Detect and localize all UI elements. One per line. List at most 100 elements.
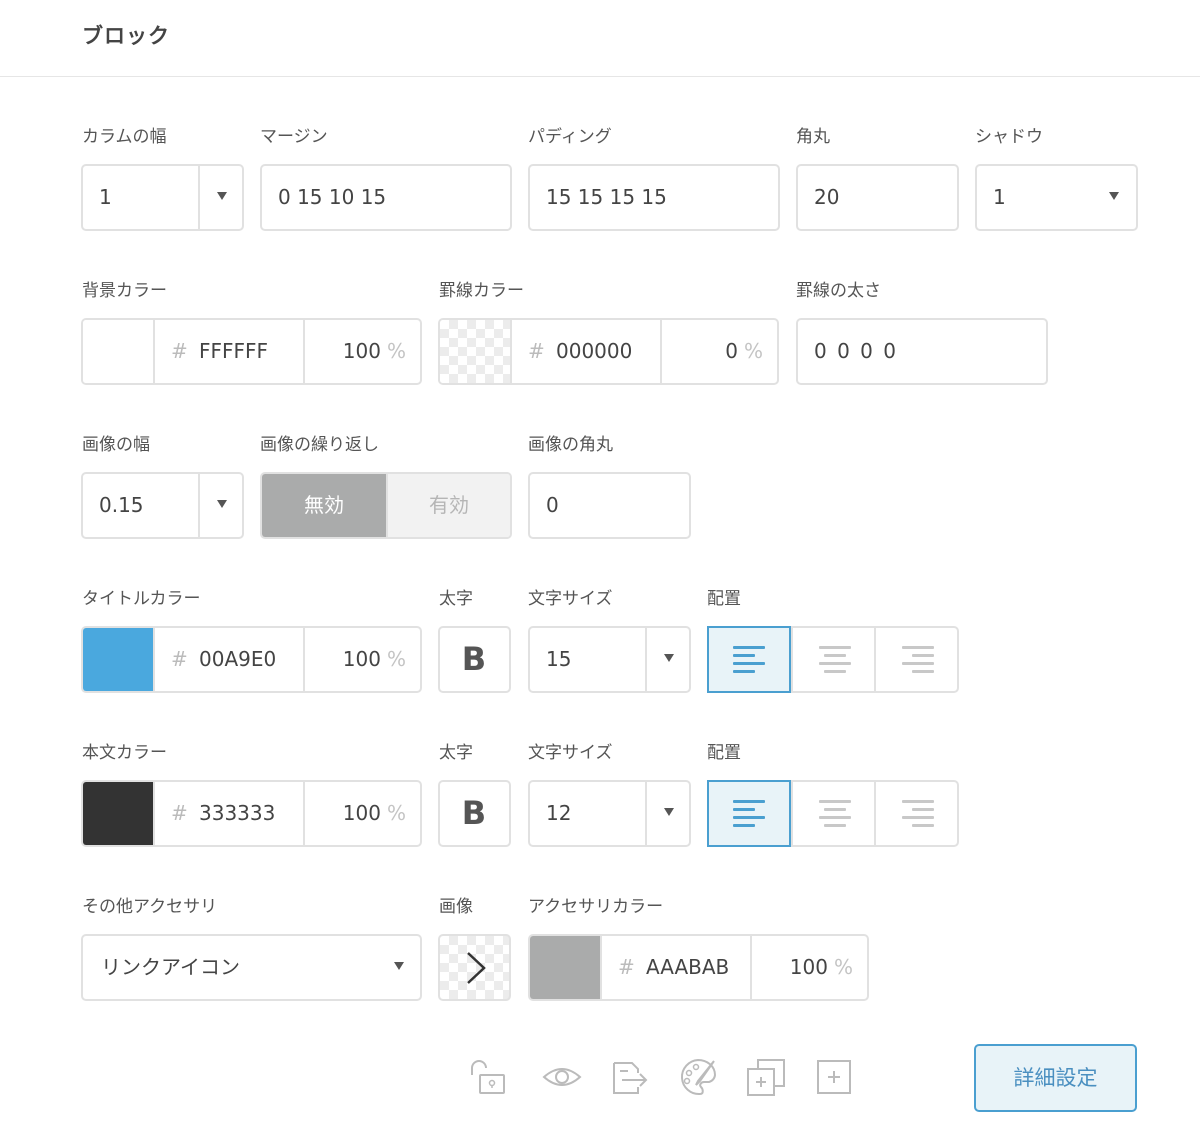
field-divider [303, 628, 305, 691]
field-divider [660, 320, 662, 383]
body-align-group [707, 780, 959, 847]
hash-symbol: # [171, 801, 188, 825]
border-width-value: 0 0 0 0 [814, 339, 898, 363]
column-width-value: 1 [99, 185, 112, 209]
align-center-button[interactable] [793, 628, 877, 691]
field-divider [153, 320, 155, 383]
title-bold-button[interactable]: B [438, 626, 511, 693]
percent-unit: % [386, 647, 406, 671]
image-repeat-toggle: 無効 有効 [260, 472, 512, 539]
image-width-value: 0.15 [99, 493, 144, 517]
body-align-label: 配置 [707, 743, 741, 763]
align-left-button[interactable] [707, 780, 791, 847]
accessory-color-hex[interactable]: AAABAB [646, 936, 729, 999]
accessory-color-opacity[interactable]: 100% [790, 936, 853, 999]
chevron-down-icon [217, 192, 227, 200]
title-align-group [707, 626, 959, 693]
percent-unit: % [386, 801, 406, 825]
accessory-label: その他アクセサリ [82, 897, 218, 917]
body-color-label: 本文カラー [82, 743, 167, 763]
image-width-select[interactable]: 0.15 [81, 472, 244, 539]
padding-label: パディング [528, 127, 612, 147]
accessory-color-field[interactable]: # AAABAB 100% [528, 934, 869, 1001]
repeat-off-button[interactable]: 無効 [262, 474, 386, 537]
duplicate-icon[interactable] [744, 1055, 788, 1099]
border-width-input[interactable]: 0 0 0 0 [796, 318, 1048, 385]
title-color-opacity[interactable]: 100% [343, 628, 406, 691]
border-color-hex[interactable]: 000000 [556, 320, 632, 383]
accessory-image-label: 画像 [439, 897, 473, 917]
shadow-label: シャドウ [975, 127, 1043, 147]
border-width-label: 罫線の太さ [796, 281, 881, 301]
bold-icon: B [461, 640, 487, 678]
margin-input[interactable]: 0 15 10 15 [260, 164, 512, 231]
image-width-label: 画像の幅 [82, 435, 150, 455]
body-bold-button[interactable]: B [438, 780, 511, 847]
bg-color-field[interactable]: # FFFFFF 100% [81, 318, 422, 385]
bg-color-hex[interactable]: FFFFFF [199, 320, 268, 383]
border-color-label: 罫線カラー [439, 281, 524, 301]
repeat-on-button[interactable]: 有効 [388, 474, 510, 537]
accessory-image-picker[interactable] [438, 934, 511, 1001]
column-width-label: カラムの幅 [82, 127, 167, 147]
accessory-select[interactable]: リンクアイコン [81, 934, 422, 1001]
margin-value: 0 15 10 15 [278, 185, 387, 209]
image-radius-input[interactable]: 0 [528, 472, 691, 539]
eye-icon[interactable] [540, 1055, 584, 1099]
radius-value: 20 [814, 185, 840, 209]
border-color-opacity[interactable]: 0% [725, 320, 763, 383]
accessory-value: リンクアイコン [101, 955, 240, 979]
bg-color-swatch[interactable] [83, 320, 153, 383]
panel-title: ブロック [82, 24, 170, 48]
panel-header: ブロック [0, 0, 1200, 77]
hash-symbol: # [528, 339, 545, 363]
export-icon[interactable] [608, 1055, 652, 1099]
opacity-value: 100 [342, 647, 381, 671]
column-width-select[interactable]: 1 [81, 164, 244, 231]
border-color-field[interactable]: # 000000 0% [438, 318, 779, 385]
opacity-value: 0 [725, 339, 738, 363]
radius-input[interactable]: 20 [796, 164, 959, 231]
select-divider [645, 628, 647, 691]
add-icon[interactable] [812, 1055, 856, 1099]
select-divider [198, 474, 200, 537]
image-radius-label: 画像の角丸 [528, 435, 613, 455]
body-size-select[interactable]: 12 [528, 780, 691, 847]
title-size-label: 文字サイズ [528, 589, 613, 609]
body-color-field[interactable]: # 333333 100% [81, 780, 422, 847]
unlock-icon[interactable] [468, 1055, 512, 1099]
detail-settings-button[interactable]: 詳細設定 [974, 1044, 1137, 1112]
title-color-field[interactable]: # 00A9E0 100% [81, 626, 422, 693]
title-size-select[interactable]: 15 [528, 626, 691, 693]
title-size-value: 15 [546, 647, 572, 671]
align-right-button[interactable] [876, 628, 960, 691]
field-divider [153, 628, 155, 691]
hash-symbol: # [171, 339, 188, 363]
image-repeat-label: 画像の繰り返し [260, 435, 379, 455]
padding-input[interactable]: 15 15 15 15 [528, 164, 780, 231]
body-color-opacity[interactable]: 100% [343, 782, 406, 845]
shadow-select[interactable]: 1 [975, 164, 1138, 231]
title-color-swatch[interactable] [83, 628, 153, 691]
title-color-hex[interactable]: 00A9E0 [199, 628, 276, 691]
body-color-hex[interactable]: 333333 [199, 782, 275, 845]
align-left-button[interactable] [707, 626, 791, 693]
hash-symbol: # [171, 647, 188, 671]
title-align-label: 配置 [707, 589, 741, 609]
border-color-swatch[interactable] [440, 320, 510, 383]
accessory-color-swatch[interactable] [530, 936, 600, 999]
opacity-value: 100 [789, 955, 828, 979]
align-center-button[interactable] [793, 782, 877, 845]
chevron-down-icon [1109, 192, 1119, 200]
palette-icon[interactable] [676, 1055, 720, 1099]
body-color-swatch[interactable] [83, 782, 153, 845]
accessory-color-label: アクセサリカラー [528, 897, 664, 917]
bg-color-opacity[interactable]: 100% [343, 320, 406, 383]
padding-value: 15 15 15 15 [546, 185, 667, 209]
body-size-label: 文字サイズ [528, 743, 613, 763]
margin-label: マージン [260, 127, 328, 147]
bg-color-label: 背景カラー [82, 281, 167, 301]
select-divider [645, 782, 647, 845]
align-right-button[interactable] [876, 782, 960, 845]
select-divider [198, 166, 200, 229]
